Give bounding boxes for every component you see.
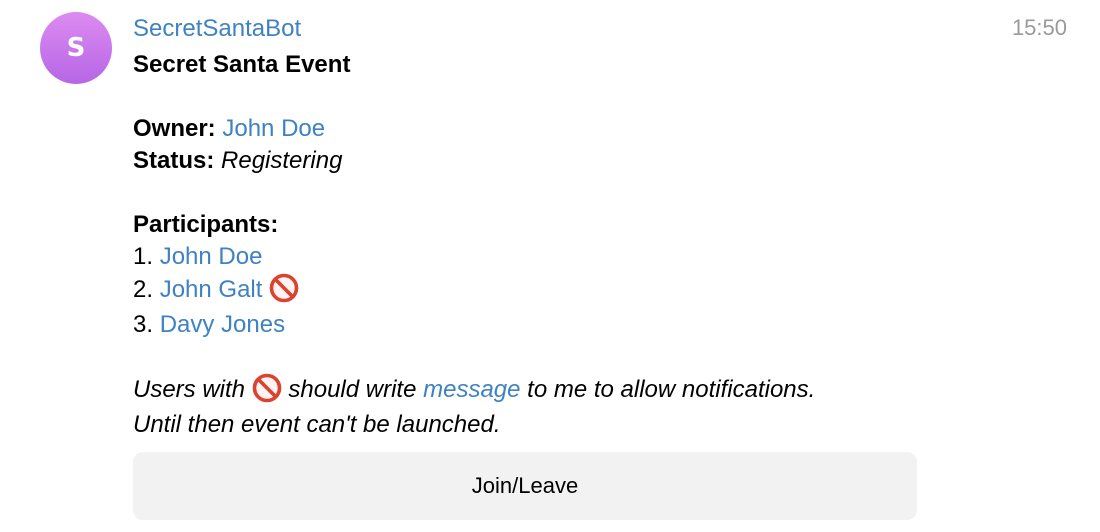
message-link[interactable]: message: [423, 376, 520, 403]
message-time: 15:50: [1011, 15, 1067, 40]
notice-line-1: Users with should write message to me to…: [133, 373, 815, 406]
participant-link[interactable]: John Doe: [160, 243, 263, 270]
participant-item: 2. John Galt: [133, 273, 299, 306]
join-leave-label: Join/Leave: [471, 473, 579, 498]
participant-link[interactable]: John Galt: [160, 276, 263, 303]
status-label: Status:: [133, 147, 215, 174]
notice-line-2: Until then event can't be launched.: [133, 411, 501, 438]
owner-label: Owner:: [133, 115, 216, 142]
status-line: Status: Registering: [133, 145, 342, 177]
owner-link[interactable]: John Doe: [222, 115, 325, 142]
no-entry-icon: [269, 273, 299, 303]
participant-number: 3.: [133, 311, 154, 338]
bot-avatar[interactable]: S: [40, 12, 112, 84]
participant-number: 1.: [133, 243, 154, 270]
join-leave-button[interactable]: Join/Leave: [133, 452, 917, 520]
notice-text: Users with: [133, 376, 246, 403]
participants-label: Participants:: [133, 211, 279, 238]
avatar-letter: S: [66, 33, 86, 63]
no-entry-icon: [252, 373, 282, 403]
event-title: Secret Santa Event: [133, 51, 351, 78]
sender-name[interactable]: SecretSantaBot: [133, 14, 301, 44]
owner-line: Owner: John Doe: [133, 113, 325, 145]
notice-text: should write: [288, 376, 417, 403]
status-value: Registering: [221, 147, 343, 174]
participant-number: 2.: [133, 276, 154, 303]
notice-text: to me to allow notifications.: [527, 376, 816, 403]
participant-link[interactable]: Davy Jones: [160, 311, 285, 338]
participant-item: 3. Davy Jones: [133, 309, 285, 341]
participant-item: 1. John Doe: [133, 241, 262, 273]
